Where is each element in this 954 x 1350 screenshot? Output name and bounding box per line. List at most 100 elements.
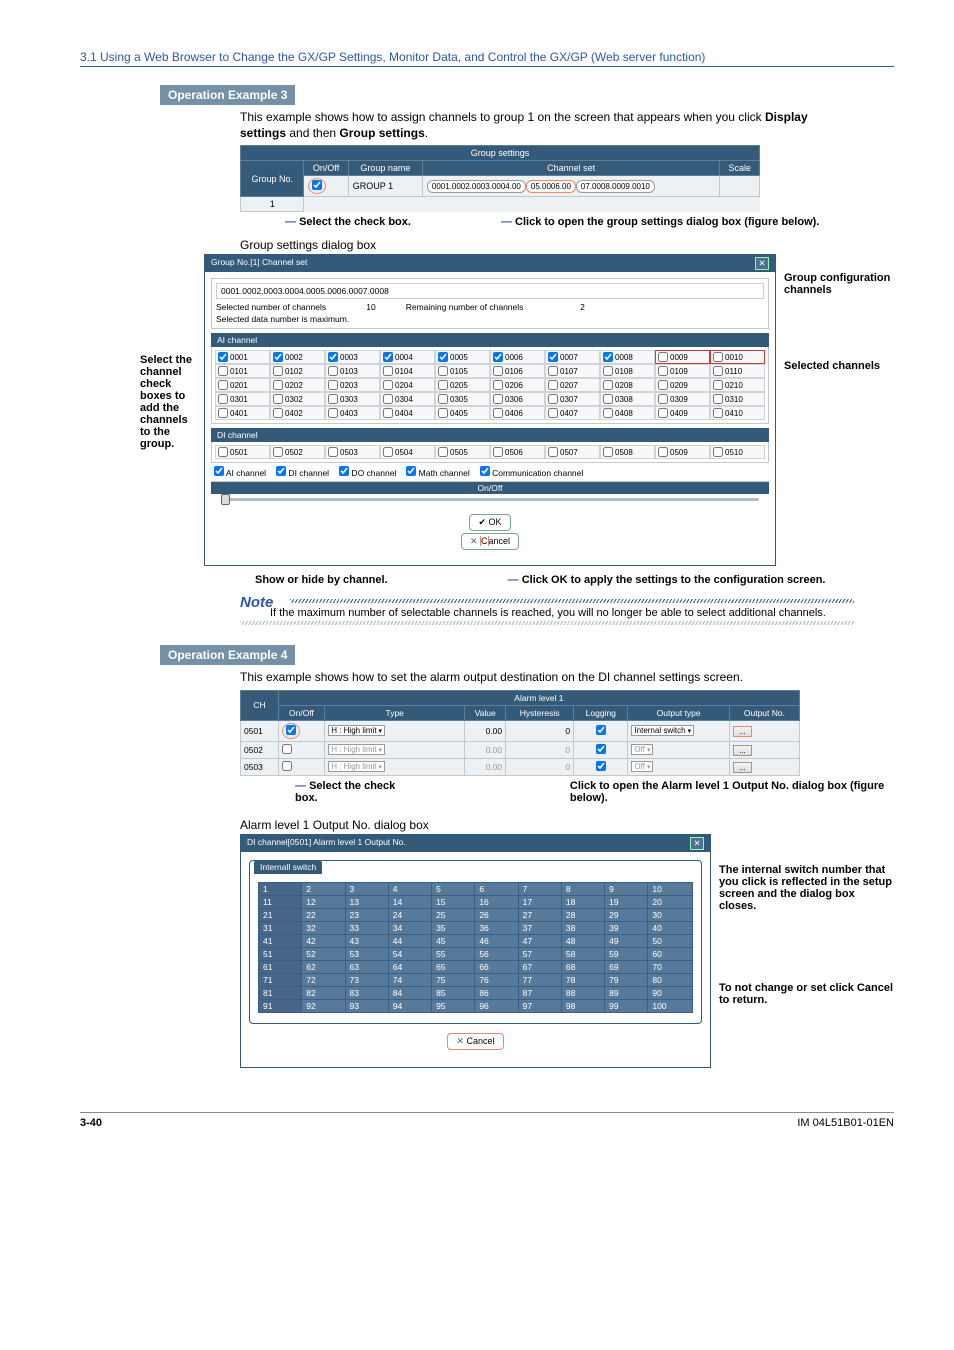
switch-number[interactable]: 58 [561, 947, 604, 960]
channel-checkbox[interactable]: 0210 [710, 378, 765, 392]
close-icon[interactable]: ✕ [755, 257, 769, 270]
switch-number[interactable]: 33 [345, 921, 388, 934]
channel-checkbox[interactable]: 0305 [435, 392, 490, 406]
cancel-button[interactable]: ✕ Cancel [461, 533, 519, 550]
switch-number[interactable]: 59 [605, 947, 648, 960]
switch-number[interactable]: 38 [561, 921, 604, 934]
channel-checkbox[interactable]: 0010 [710, 350, 765, 364]
switch-number[interactable]: 64 [388, 960, 431, 973]
switch-number[interactable]: 40 [648, 921, 693, 934]
switch-number[interactable]: 10 [648, 882, 693, 895]
switch-number[interactable]: 35 [432, 921, 475, 934]
channel-checkbox[interactable]: 0102 [270, 364, 325, 378]
switch-number[interactable]: 67 [518, 960, 561, 973]
switch-number[interactable]: 34 [388, 921, 431, 934]
switch-number[interactable]: 79 [605, 973, 648, 986]
channel-checkbox[interactable]: 0106 [490, 364, 545, 378]
switch-number[interactable]: 89 [605, 986, 648, 999]
switch-number[interactable]: 25 [432, 908, 475, 921]
channel-checkbox[interactable]: 0307 [545, 392, 600, 406]
switch-number[interactable]: 91 [259, 999, 302, 1012]
onoff-checkbox[interactable] [278, 741, 324, 758]
switch-number[interactable]: 8 [561, 882, 604, 895]
channel-checkbox[interactable]: 0005 [435, 350, 490, 364]
switch-number[interactable]: 55 [432, 947, 475, 960]
switch-number[interactable]: 48 [561, 934, 604, 947]
switch-number[interactable]: 9 [605, 882, 648, 895]
channel-checkbox[interactable]: 0302 [270, 392, 325, 406]
switch-number[interactable]: 23 [345, 908, 388, 921]
cell-channel-set[interactable]: 0001.0002.0003.0004.0005.0006.0007.0008.… [422, 176, 720, 197]
channel-checkbox[interactable]: 0002 [270, 350, 325, 364]
switch-number[interactable]: 62 [302, 960, 345, 973]
switch-number[interactable]: 78 [561, 973, 604, 986]
channel-checkbox[interactable]: 0408 [600, 406, 655, 420]
switch-number[interactable]: 2 [302, 882, 345, 895]
channel-checkbox[interactable]: 0502 [270, 445, 325, 459]
channel-checkbox[interactable]: 0104 [380, 364, 435, 378]
switch-number[interactable]: 45 [432, 934, 475, 947]
switch-number[interactable]: 49 [605, 934, 648, 947]
switch-number[interactable]: 100 [648, 999, 693, 1012]
switch-number[interactable]: 56 [475, 947, 518, 960]
switch-number[interactable]: 24 [388, 908, 431, 921]
type-select[interactable]: H : High limit ▾ [328, 744, 385, 755]
switch-number[interactable]: 95 [432, 999, 475, 1012]
channel-checkbox[interactable]: 0405 [435, 406, 490, 420]
onoff-checkbox[interactable] [278, 720, 324, 741]
switch-number[interactable]: 32 [302, 921, 345, 934]
switch-number[interactable]: 18 [561, 895, 604, 908]
filter-checkbox[interactable]: Communication channel [480, 466, 584, 478]
logging-checkbox[interactable] [574, 758, 628, 775]
channel-checkbox[interactable]: 0504 [380, 445, 435, 459]
filter-checkbox[interactable]: DO channel [339, 466, 396, 478]
switch-number[interactable]: 83 [345, 986, 388, 999]
filter-checkbox[interactable]: DI channel [276, 466, 329, 478]
channel-checkbox[interactable]: 0409 [655, 406, 710, 420]
channel-checkbox[interactable]: 0110 [710, 364, 765, 378]
output-type-select[interactable]: Off ▾ [631, 744, 653, 755]
cell-onoff[interactable] [304, 176, 348, 197]
channel-checkbox[interactable]: 0404 [380, 406, 435, 420]
switch-number[interactable]: 99 [605, 999, 648, 1012]
channel-checkbox[interactable]: 0207 [545, 378, 600, 392]
logging-checkbox[interactable] [574, 720, 628, 741]
switch-number[interactable]: 21 [259, 908, 302, 921]
channel-checkbox[interactable]: 0508 [600, 445, 655, 459]
switch-number[interactable]: 97 [518, 999, 561, 1012]
switch-number[interactable]: 27 [518, 908, 561, 921]
channel-checkbox[interactable]: 0203 [325, 378, 380, 392]
channel-checkbox[interactable]: 0303 [325, 392, 380, 406]
channel-checkbox[interactable]: 0209 [655, 378, 710, 392]
channel-checkbox[interactable]: 0310 [710, 392, 765, 406]
type-select[interactable]: H : High limit ▾ [328, 761, 385, 772]
channel-checkbox[interactable]: 0009 [655, 350, 710, 364]
switch-number[interactable]: 28 [561, 908, 604, 921]
switch-number[interactable]: 74 [388, 973, 431, 986]
switch-number[interactable]: 11 [259, 895, 302, 908]
channel-checkbox[interactable]: 0407 [545, 406, 600, 420]
switch-number[interactable]: 70 [648, 960, 693, 973]
switch-number[interactable]: 12 [302, 895, 345, 908]
channel-checkbox[interactable]: 0406 [490, 406, 545, 420]
switch-number[interactable]: 63 [345, 960, 388, 973]
switch-number[interactable]: 90 [648, 986, 693, 999]
switch-number[interactable]: 37 [518, 921, 561, 934]
switch-number[interactable]: 86 [475, 986, 518, 999]
channel-checkbox[interactable]: 0510 [710, 445, 765, 459]
switch-number[interactable]: 57 [518, 947, 561, 960]
channel-checkbox[interactable]: 0007 [545, 350, 600, 364]
channel-checkbox[interactable]: 0304 [380, 392, 435, 406]
switch-number[interactable]: 41 [259, 934, 302, 947]
switch-number[interactable]: 29 [605, 908, 648, 921]
switch-number[interactable]: 84 [388, 986, 431, 999]
channel-checkbox[interactable]: 0001 [215, 350, 270, 364]
switch-number[interactable]: 7 [518, 882, 561, 895]
channel-checkbox[interactable]: 0505 [435, 445, 490, 459]
channel-checkbox[interactable]: 0206 [490, 378, 545, 392]
switch-number[interactable]: 93 [345, 999, 388, 1012]
channel-checkbox[interactable]: 0204 [380, 378, 435, 392]
switch-number[interactable]: 20 [648, 895, 693, 908]
channel-checkbox[interactable]: 0109 [655, 364, 710, 378]
switch-number[interactable]: 72 [302, 973, 345, 986]
